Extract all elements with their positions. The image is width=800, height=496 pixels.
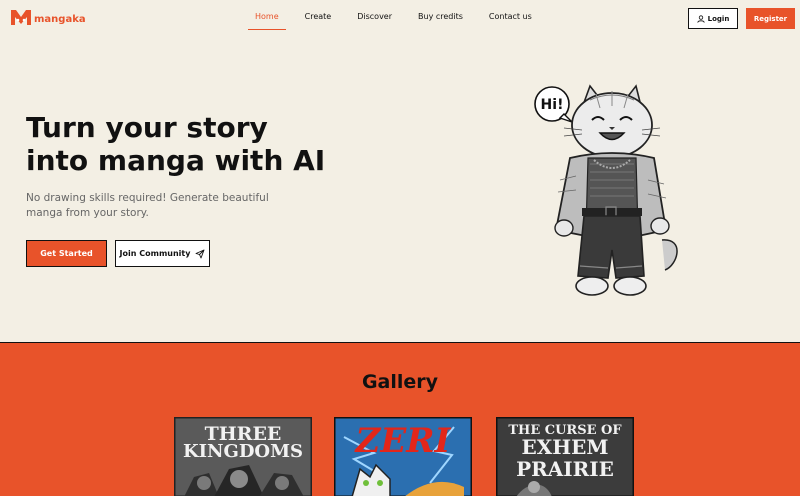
paper-plane-icon [196, 249, 205, 258]
nav-link-contact-us[interactable]: Contact us [482, 0, 539, 30]
top-nav: mangaka Home Create Discover Buy credits… [0, 0, 800, 36]
brand-name: mangaka [34, 13, 86, 25]
nav-link-discover[interactable]: Discover [350, 0, 399, 30]
nav-link-create[interactable]: Create [298, 0, 339, 30]
login-label: Login [707, 14, 730, 23]
hero-title-line2: into manga with AI [26, 144, 326, 177]
gallery-cover-exhem-prairie[interactable]: THE CURSE OF EXHEM PRAIRIE [496, 417, 634, 496]
nav-link-buy-credits[interactable]: Buy credits [411, 0, 470, 30]
gallery-section: Gallery THREE KINGDOMS ZERI THE CURSE OF… [0, 342, 800, 496]
cover-title-line2: EXHEM [521, 435, 609, 459]
user-icon [697, 14, 705, 23]
cover-title-line3: PRAIRIE [516, 457, 614, 481]
nav-link-home[interactable]: Home [248, 0, 286, 30]
speech-bubble-text: Hi! [541, 97, 564, 113]
gallery-cover-three-kingdoms[interactable]: THREE KINGDOMS [174, 417, 312, 496]
mangaka-logo-icon [11, 10, 31, 25]
nav-links: Home Create Discover Buy credits Contact… [248, 0, 551, 36]
join-community-button[interactable]: Join Community [115, 240, 210, 267]
get-started-button[interactable]: Get Started [26, 240, 107, 267]
cover-title-zeri: ZERI [355, 421, 451, 461]
speech-bubble: Hi! [534, 86, 573, 123]
cover-title-line2: KINGDOMS [182, 441, 304, 462]
register-button[interactable]: Register [746, 8, 795, 29]
cat-mascot-illustration: Hi! [534, 84, 678, 296]
brand-logo[interactable]: mangaka [10, 8, 86, 26]
hero-title-line1: Turn your story [26, 111, 268, 144]
hero-title: Turn your story into manga with AI [26, 111, 346, 177]
login-button[interactable]: Login [688, 8, 738, 29]
join-community-label: Join Community [119, 249, 191, 258]
hero-subtitle: No drawing skills required! Generate bea… [26, 192, 269, 219]
gallery-cover-zeri[interactable]: ZERI [334, 417, 472, 496]
gallery-title: Gallery [361, 371, 439, 393]
